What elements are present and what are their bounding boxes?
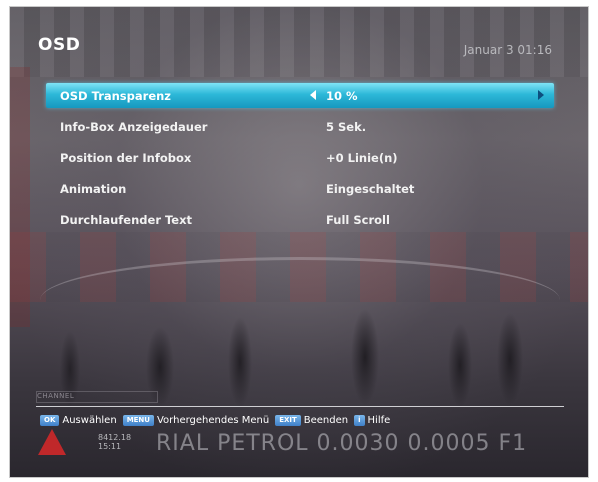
menu-item-value: 10 % xyxy=(326,89,358,103)
info-key-icon: i xyxy=(354,414,365,426)
menu-item-value: 5 Sek. xyxy=(326,120,367,134)
help-divider xyxy=(36,406,564,407)
menu-item-label: Info-Box Anzeigedauer xyxy=(60,120,208,134)
menu-item-animation[interactable]: Animation Eingeschaltet xyxy=(46,176,554,201)
ticker-small-line-2: 15:11 xyxy=(98,442,122,451)
clock: Januar 3 01:16 xyxy=(463,43,552,57)
menu-item-label: Animation xyxy=(60,182,127,196)
menu-item-osd-transparenz[interactable]: OSD Transparenz 10 % xyxy=(46,83,554,108)
menu-item-value: Eingeschaltet xyxy=(326,182,415,196)
menu-item-label: OSD Transparenz xyxy=(60,89,171,103)
menu-item-value: Full Scroll xyxy=(326,213,390,227)
help-item-hilfe[interactable]: i Hilfe xyxy=(354,414,391,426)
ticker-small-line-1: 8412.18 xyxy=(98,433,132,442)
channel-logo-icon xyxy=(38,429,66,455)
ticker-small: 8412.18 15:11 xyxy=(98,433,131,451)
ticker-big-text: RIAL PETROL 0.0030 0.0005 F1 xyxy=(156,431,528,456)
channel-tag: CHANNEL xyxy=(36,391,158,403)
page-title: OSD xyxy=(38,35,81,55)
scene-shops xyxy=(10,232,588,302)
help-item-exit[interactable]: EXIT Beenden xyxy=(275,414,349,426)
menu-item-label: Durchlaufender Text xyxy=(60,213,193,227)
menu-item-value: +0 Linie(n) xyxy=(326,151,398,165)
background-ticker: 8412.18 15:11 RIAL PETROL 0.0030 0.0005 … xyxy=(38,425,578,465)
help-text: Vorhergehendes Menü xyxy=(156,414,270,426)
scene-arch xyxy=(40,257,560,380)
triangle-left-icon[interactable] xyxy=(310,90,316,100)
help-text: Beenden xyxy=(303,414,349,426)
scene-left-panel xyxy=(10,67,30,327)
osd-menu: OSD Transparenz 10 % Info-Box Anzeigedau… xyxy=(46,83,554,238)
help-item-ok[interactable]: OK Auswählen xyxy=(40,414,117,426)
menu-item-position-der-infobox[interactable]: Position der Infobox +0 Linie(n) xyxy=(46,145,554,170)
exit-key-icon: EXIT xyxy=(275,414,301,426)
tv-screen: OSD Januar 3 01:16 OSD Transparenz 10 % … xyxy=(9,6,589,478)
help-text: Auswählen xyxy=(62,414,117,426)
ok-key-icon: OK xyxy=(40,414,60,426)
triangle-right-icon[interactable] xyxy=(538,90,544,100)
menu-item-label: Position der Infobox xyxy=(60,151,192,165)
help-text: Hilfe xyxy=(367,414,391,426)
help-item-menu[interactable]: MENU Vorhergehendes Menü xyxy=(122,414,270,426)
menu-item-info-box-anzeigedauer[interactable]: Info-Box Anzeigedauer 5 Sek. xyxy=(46,114,554,139)
menu-item-durchlaufender-text[interactable]: Durchlaufender Text Full Scroll xyxy=(46,207,554,232)
menu-key-icon: MENU xyxy=(122,414,154,426)
scene-ceiling xyxy=(10,7,588,77)
